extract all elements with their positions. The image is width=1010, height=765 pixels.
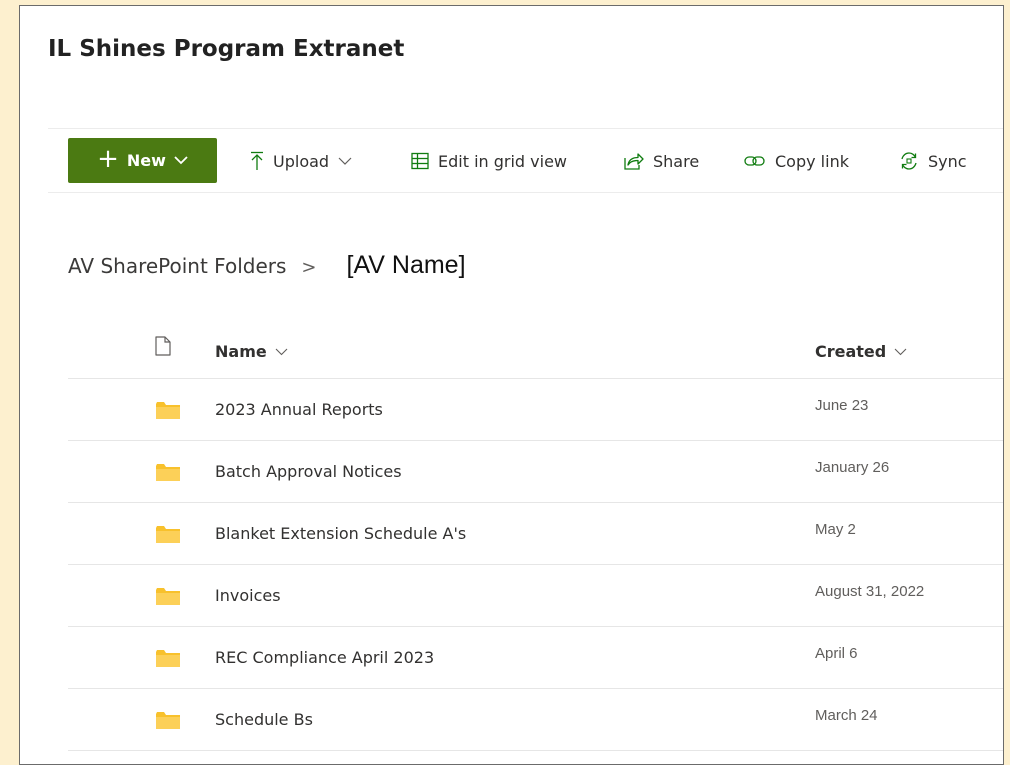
sync-label: Sync xyxy=(928,151,967,171)
sharepoint-panel: IL Shines Program Extranet + New Upload … xyxy=(19,5,1004,765)
sync-button[interactable]: Sync xyxy=(899,149,967,173)
link-icon xyxy=(744,156,765,166)
column-header-name-label: Name xyxy=(215,342,267,361)
column-header-created-label: Created xyxy=(815,342,887,361)
folder-icon xyxy=(156,464,180,481)
row-name[interactable]: REC Compliance April 2023 xyxy=(215,648,434,667)
row-name[interactable]: Invoices xyxy=(215,586,281,605)
list-row[interactable]: REC Compliance April 2023 April 6 xyxy=(68,627,1003,689)
chevron-down-icon xyxy=(174,156,188,165)
edit-grid-view-label: Edit in grid view xyxy=(438,151,568,171)
list-row[interactable]: Invoices August 31, 2022 xyxy=(68,565,1003,627)
list-row[interactable]: Batch Approval Notices January 26 xyxy=(68,441,1003,503)
row-created: January 26 xyxy=(815,459,890,476)
copy-link-label: Copy link xyxy=(775,151,849,171)
share-icon xyxy=(624,153,644,170)
site-title: IL Shines Program Extranet xyxy=(48,36,405,62)
row-created: April 6 xyxy=(815,645,858,662)
grid-table-icon xyxy=(411,152,429,170)
chevron-down-icon xyxy=(894,348,907,355)
row-created: March 24 xyxy=(815,707,878,724)
list-row[interactable]: Blanket Extension Schedule A's May 2 xyxy=(68,503,1003,565)
column-header-created[interactable]: Created xyxy=(815,342,907,361)
list-header: Name Created xyxy=(68,324,1003,379)
list-row[interactable]: Schedule Bs March 24 xyxy=(68,689,1003,751)
new-button[interactable]: + New xyxy=(68,138,217,183)
upload-button[interactable]: Upload xyxy=(250,149,352,173)
folder-icon xyxy=(156,526,180,543)
plus-icon: + xyxy=(97,144,119,174)
document-icon[interactable] xyxy=(155,336,171,356)
new-button-label: New xyxy=(126,151,166,170)
share-label: Share xyxy=(653,151,700,171)
row-created: May 2 xyxy=(815,521,856,538)
folder-icon xyxy=(156,650,180,667)
folder-icon xyxy=(156,402,180,419)
file-list: 2023 Annual Reports June 23 Batch Approv… xyxy=(68,379,1003,751)
breadcrumb-current-folder: [AV Name] xyxy=(346,251,466,279)
column-header-name[interactable]: Name xyxy=(215,342,288,361)
row-created: August 31, 2022 xyxy=(815,583,925,600)
breadcrumb-root-link[interactable]: AV SharePoint Folders xyxy=(68,254,286,278)
sync-icon xyxy=(901,152,917,170)
copy-link-button[interactable]: Copy link xyxy=(744,149,849,173)
chevron-down-icon xyxy=(275,348,288,355)
command-bar-bottom-divider xyxy=(48,192,1003,193)
upload-arrow-icon xyxy=(251,151,263,170)
folder-icon xyxy=(156,588,180,605)
row-name[interactable]: 2023 Annual Reports xyxy=(215,400,383,419)
row-created: June 23 xyxy=(815,397,869,414)
folder-icon xyxy=(156,712,180,729)
row-name[interactable]: Blanket Extension Schedule A's xyxy=(215,524,466,543)
list-row[interactable]: 2023 Annual Reports June 23 xyxy=(68,379,1003,441)
row-name[interactable]: Schedule Bs xyxy=(215,710,313,729)
edit-grid-view-button[interactable]: Edit in grid view xyxy=(411,149,567,173)
breadcrumb: AV SharePoint Folders > [AV Name] xyxy=(68,251,466,280)
command-bar-top-divider xyxy=(48,128,1003,129)
upload-label: Upload xyxy=(273,151,330,171)
chevron-down-icon xyxy=(338,157,352,165)
share-button[interactable]: Share xyxy=(624,149,699,173)
row-name[interactable]: Batch Approval Notices xyxy=(215,462,402,481)
breadcrumb-separator: > xyxy=(301,257,317,278)
